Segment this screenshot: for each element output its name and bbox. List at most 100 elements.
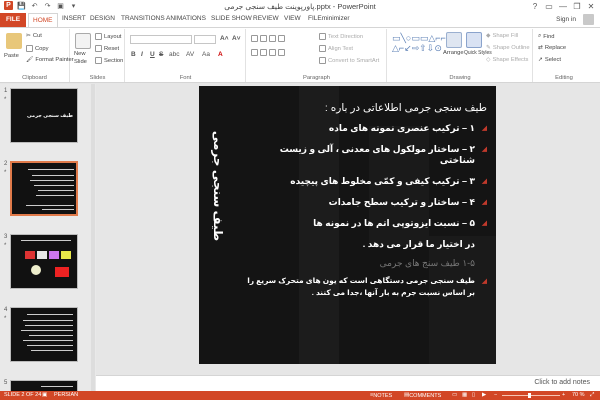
new-slide-button[interactable]: New	[74, 51, 86, 57]
section-icon	[95, 57, 102, 64]
normal-view-icon[interactable]: ▭	[452, 392, 457, 398]
layout-button[interactable]: Layout	[95, 33, 121, 40]
slide-heading: طیف سنجی جرمی اطلاعاتی در باره :	[324, 102, 487, 114]
font-shrink-icon[interactable]: A˅	[232, 35, 241, 42]
comments-button[interactable]: ▤ COMMENTS	[404, 392, 441, 399]
section-button[interactable]: Section	[95, 57, 123, 64]
paragraph-group-label: Paragraph	[302, 75, 331, 81]
zoom-slider-handle[interactable]	[528, 393, 531, 398]
window-controls: ? ▭ — ❐ ✕	[528, 0, 598, 12]
thumbnail-number: 2	[4, 161, 8, 167]
convert-smartart-button[interactable]: Convert to SmartArt	[319, 57, 379, 64]
new-slide-label: Slide	[74, 59, 87, 65]
tab-review[interactable]: REVIEW	[253, 15, 279, 22]
slide-thumbnail-1[interactable]: طیف سنجی جرمی	[10, 88, 78, 143]
slide-thumbnail-3[interactable]	[10, 234, 78, 289]
alignment-buttons[interactable]	[251, 49, 285, 56]
shape-fill-button[interactable]: ◆ Shape Fill	[486, 33, 518, 39]
current-slide[interactable]: طیف سنجی جرمی طیف سنجی جرمی اطلاعاتی در …	[199, 86, 496, 364]
slide-vertical-title[interactable]: طیف سنجی جرمی	[199, 121, 237, 251]
strikethrough-button[interactable]: S	[159, 51, 163, 58]
bullet-item: ۲ – ساختار مولکول های معدنی ، آلی و زیست…	[247, 144, 487, 166]
language-indicator[interactable]: PERSIAN	[54, 392, 78, 398]
status-bar: SLIDE 2 OF 24 ▣ PERSIAN ≡ NOTES ▤ COMMEN…	[0, 391, 600, 400]
slide-sorter-icon[interactable]: ▦	[462, 392, 467, 398]
account-avatar[interactable]	[583, 14, 594, 25]
thumbnail-number: 3	[4, 234, 8, 240]
tab-design[interactable]: DESIGN	[90, 15, 115, 22]
sign-in-link[interactable]: Sign in	[556, 16, 576, 23]
notes-pane[interactable]: Click to add notes	[96, 375, 600, 391]
zoom-in-icon[interactable]: +	[562, 392, 565, 398]
smartart-icon	[319, 57, 326, 64]
arrange-button[interactable]: Arrange	[443, 50, 464, 56]
tab-slide-show[interactable]: SLIDE SHOW	[211, 15, 252, 22]
underline-button[interactable]: U	[150, 51, 155, 58]
transition-star-icon: *	[4, 97, 7, 103]
tab-file[interactable]: FILE	[0, 13, 26, 27]
bullets-button[interactable]	[251, 35, 285, 42]
slideshow-view-icon[interactable]: ▶	[482, 392, 486, 398]
shape-effects-button[interactable]: ◇ Shape Effects	[486, 57, 528, 63]
cut-button[interactable]: ✂ Cut	[26, 33, 42, 39]
increase-indent-icon	[278, 35, 285, 42]
slide-thumbnail-4[interactable]	[10, 307, 78, 362]
bold-button[interactable]: B	[131, 51, 136, 58]
character-spacing-button[interactable]: AV	[186, 51, 194, 58]
zoom-slider[interactable]	[502, 395, 560, 396]
transition-star-icon: *	[4, 243, 7, 249]
reset-button[interactable]: Reset	[95, 45, 119, 52]
zoom-level[interactable]: 70 %	[572, 392, 585, 398]
thumbnails-scrollbar[interactable]	[91, 84, 95, 391]
font-color-button[interactable]: A	[218, 51, 223, 58]
tab-home[interactable]: HOME	[28, 13, 58, 27]
tab-transitions[interactable]: TRANSITIONS	[121, 15, 165, 22]
numbering-icon	[260, 35, 267, 42]
zoom-out-icon[interactable]: −	[494, 392, 497, 398]
select-button[interactable]: ➚ Select	[538, 57, 561, 63]
slide-thumbnail-2[interactable]	[10, 161, 78, 216]
slide-editing-area[interactable]: طیف سنجی جرمی طیف سنجی جرمی اطلاعاتی در …	[96, 84, 600, 375]
notes-placeholder: Click to add notes	[534, 379, 590, 386]
ribbon-display-options-button[interactable]: ▭	[542, 0, 556, 12]
tab-view[interactable]: VIEW	[284, 15, 301, 22]
format-painter-button[interactable]: 🖌 Format Painter	[26, 57, 74, 63]
slides-group-label: Slides	[89, 75, 106, 81]
change-case-button[interactable]: Aa	[202, 51, 210, 58]
text-shadow-button[interactable]: abc	[169, 51, 179, 58]
tab-insert[interactable]: INSERT	[62, 15, 86, 22]
close-button[interactable]: ✕	[584, 0, 598, 12]
slide-content-placeholder[interactable]: طیف سنجی جرمی اطلاعاتی در باره : ۱ – ترک…	[247, 102, 487, 299]
tab-animations[interactable]: ANIMATIONS	[166, 15, 206, 22]
shape-outline-button[interactable]: ✎ Shape Outline	[486, 45, 530, 51]
thumbnail-number: 5	[4, 380, 8, 386]
copy-button[interactable]: Copy	[26, 45, 49, 52]
reading-view-icon[interactable]: ▯	[472, 392, 475, 398]
text-direction-button[interactable]: Text Direction	[319, 33, 363, 40]
font-name-dropdown[interactable]	[130, 35, 192, 44]
transition-star-icon: *	[4, 316, 7, 322]
fit-to-window-icon[interactable]: ⤢	[590, 392, 594, 399]
paste-icon	[6, 33, 22, 49]
font-grow-icon[interactable]: A˄	[220, 35, 229, 42]
tab-fileminimizer[interactable]: FILEminimizer	[308, 15, 350, 22]
italic-button[interactable]: I	[141, 51, 143, 58]
binoculars-icon: ⌕	[538, 33, 542, 39]
justify-icon	[278, 49, 285, 56]
font-size-dropdown[interactable]	[194, 35, 216, 44]
notes-button[interactable]: ≡ NOTES	[370, 392, 392, 399]
find-button[interactable]: ⌕ Find	[538, 33, 555, 40]
minimize-button[interactable]: —	[556, 0, 570, 12]
help-button[interactable]: ?	[528, 0, 542, 12]
quick-styles-icon	[466, 32, 482, 48]
restore-button[interactable]: ❐	[570, 0, 584, 12]
align-text-button[interactable]: Align Text	[319, 45, 353, 52]
bullet-item: ۳ – ترکیب کیفی و کمّی مخلوط های پیچیده	[247, 176, 487, 187]
replace-button[interactable]: ⇄ Replace	[538, 45, 566, 51]
replace-icon: ⇄	[538, 45, 543, 51]
thumbnail-number: 1	[4, 88, 8, 94]
spellcheck-icon[interactable]: ▣	[42, 392, 47, 398]
slide-thumbnails-pane[interactable]: 1 * طیف سنجی جرمی 2 * 3 * 4 * 5	[0, 84, 96, 392]
paste-button[interactable]: Paste	[4, 53, 19, 59]
shapes-gallery-row-2[interactable]: △⌐↙⇨⇧⇩⊙	[392, 43, 442, 54]
